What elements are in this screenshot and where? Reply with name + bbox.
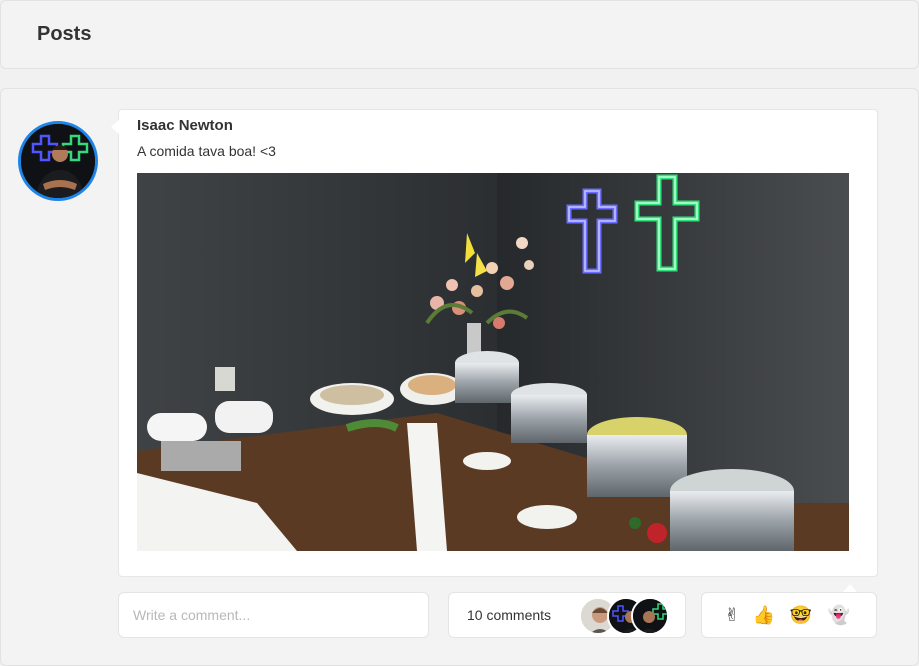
post-image[interactable] [137, 173, 849, 551]
commenter-avatar [631, 597, 669, 635]
hand-icon[interactable]: ✌ [720, 604, 744, 628]
post-card: Isaac Newton A comida tava boa! <3 [111, 109, 878, 577]
comment-tail [843, 584, 857, 592]
nerd-face-icon[interactable]: 🤓 [789, 604, 813, 628]
comments-count: 10 comments [467, 607, 552, 623]
author-avatar[interactable] [18, 121, 98, 201]
ghost-icon[interactable]: 👻 [827, 604, 851, 628]
post-author-name[interactable]: Isaac Newton [137, 117, 233, 134]
comment-input[interactable] [118, 592, 429, 638]
reactions-bar: ✌ 👍 🤓 👻 [701, 592, 877, 638]
comments-summary-button[interactable]: 10 comments [448, 592, 686, 638]
thumbs-up-icon[interactable]: 👍 [752, 604, 776, 628]
post-text: A comida tava boa! <3 [137, 143, 276, 159]
posts-feed: Isaac Newton A comida tava boa! <3 Write… [0, 88, 919, 666]
page-title: Posts [37, 23, 92, 45]
page-header: Posts [0, 0, 919, 69]
